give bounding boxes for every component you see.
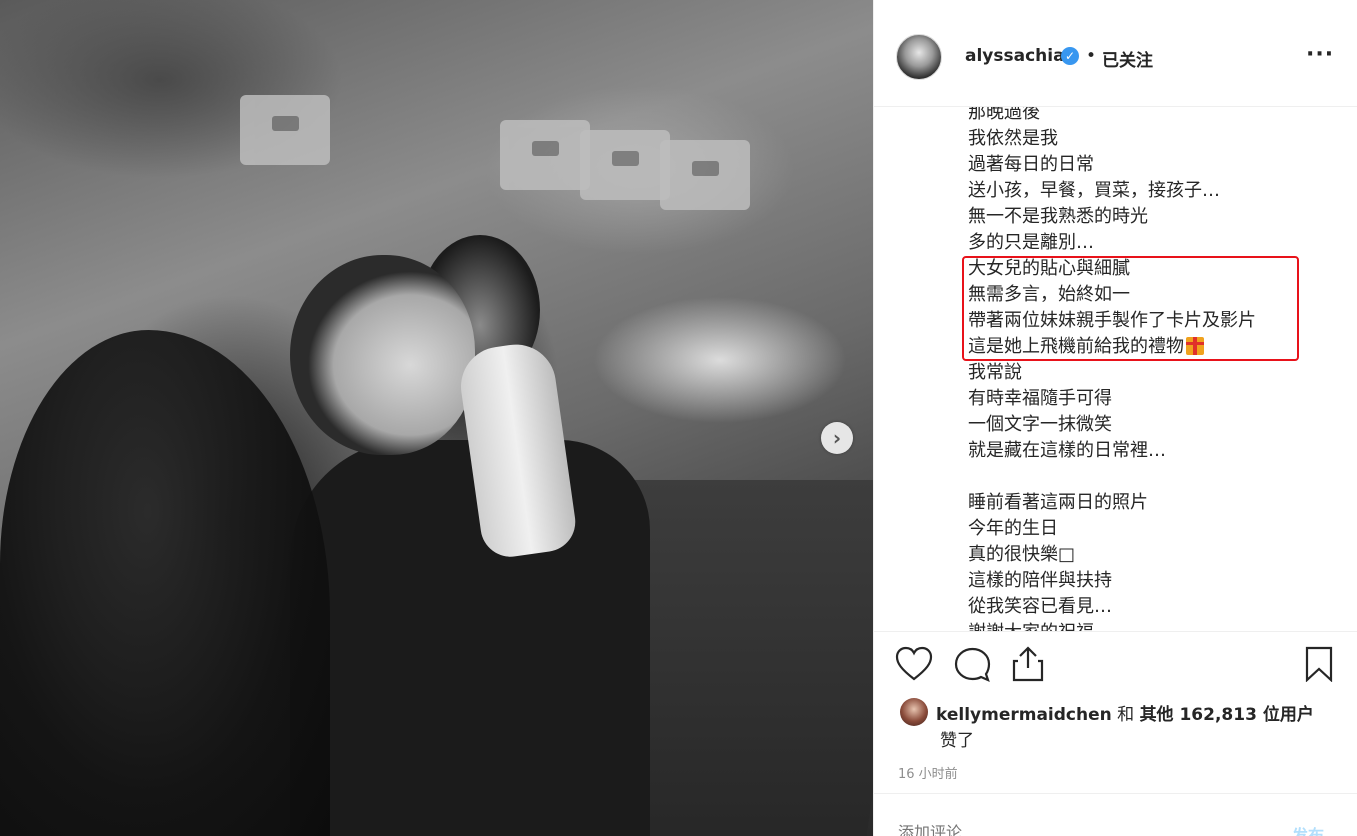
username-link[interactable]: alyssachia	[965, 46, 1065, 66]
post-sidebar: alyssachia ✓ • 已关注 ··· 那晚過後 我依然是我 過著每日的日…	[873, 0, 1357, 836]
comment-input[interactable]	[896, 822, 1260, 836]
likes-connector: 和	[1111, 705, 1140, 725]
likes-suffix: 赞了	[940, 731, 974, 751]
caption-line: 這樣的陪伴與扶持	[968, 570, 1112, 591]
chevron-right-icon: ›	[832, 426, 842, 450]
caption-line: 睡前看著這兩日的照片	[968, 492, 1148, 513]
caption-line: 有時幸福隨手可得	[968, 388, 1112, 409]
bookmark-icon[interactable]	[1304, 646, 1334, 682]
separator-dot: •	[1086, 46, 1097, 66]
caption-line: 謝謝大家的祝福	[968, 620, 1094, 631]
more-options-icon[interactable]: ···	[1306, 42, 1334, 67]
caption-line: 我常說	[968, 362, 1022, 383]
post-photo[interactable]: ›	[0, 0, 873, 836]
caption-line: 送小孩，早餐，買菜，接孩子…	[968, 180, 1220, 201]
caption-line: 今年的生日	[968, 518, 1058, 539]
post-header: alyssachia ✓ • 已关注 ···	[874, 0, 1357, 107]
likes-count-link[interactable]: 其他 162,813 位用户	[1140, 705, 1314, 725]
highlight-annotation-box	[962, 256, 1299, 361]
liker-username[interactable]: kellymermaidchen	[936, 705, 1112, 725]
caption-line: 多的只是離別…	[968, 232, 1094, 253]
heart-icon[interactable]	[895, 646, 933, 682]
caption-line: 那晚過後	[968, 107, 1040, 123]
caption-line: 我依然是我	[968, 128, 1058, 149]
caption-line: 無一不是我熟悉的時光	[968, 206, 1148, 227]
post-timestamp[interactable]: 16 小时前	[898, 763, 958, 782]
caption-line: 一個文字一抹微笑	[968, 414, 1112, 435]
caption-line: 就是藏在這樣的日常裡…	[968, 440, 1166, 461]
caption-line: 過著每日的日常	[968, 154, 1094, 175]
share-icon[interactable]	[1011, 646, 1045, 682]
caption-scroll-area[interactable]: 那晚過後 我依然是我 過著每日的日常 送小孩，早餐，買菜，接孩子… 無一不是我熟…	[874, 107, 1357, 631]
verified-badge-icon: ✓	[1061, 47, 1079, 65]
auditorium-seat	[580, 130, 670, 200]
auditorium-seat	[660, 140, 750, 210]
foreground-person	[0, 330, 330, 836]
liker-avatar[interactable]	[900, 698, 928, 726]
woman-head	[290, 255, 475, 455]
auditorium-seat	[500, 120, 590, 190]
auditorium-seat	[240, 95, 330, 165]
comment-bar: 发布	[874, 793, 1357, 836]
next-image-button[interactable]: ›	[821, 422, 853, 454]
follow-button[interactable]: 已关注	[1102, 46, 1153, 71]
likes-summary: kellymermaidchen 和 其他 162,813 位用户	[936, 700, 1314, 725]
post-actions: kellymermaidchen 和 其他 162,813 位用户 赞了 16 …	[874, 631, 1357, 791]
caption-line: 真的很快樂□	[968, 544, 1076, 565]
avatar[interactable]	[896, 34, 942, 80]
comment-icon[interactable]	[953, 646, 991, 682]
post-comment-button[interactable]: 发布	[1292, 822, 1324, 836]
woman-figure	[290, 440, 650, 836]
caption-line: 從我笑容已看見…	[968, 596, 1112, 617]
